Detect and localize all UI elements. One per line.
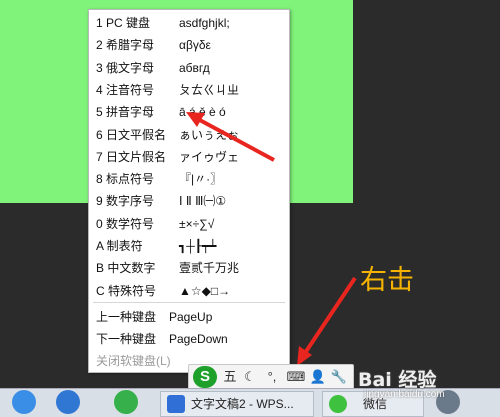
browser-icon[interactable] [12,390,36,414]
menu-item-shortcut: PageDown [169,332,228,346]
menu-item-keyboard-7[interactable]: 7 日文片假名 ァイゥヴェ [89,146,289,168]
menu-item-sample: asdfghjkl; [179,16,230,30]
menu-item-next-keyboard[interactable]: 下一种键盘 PageDown [89,328,289,350]
menu-item-keyboard-1[interactable]: 1 PC 键盘 asdfghjkl; [89,12,289,34]
menu-item-sample: αβγδε [179,38,211,53]
menu-item-sample: Ⅰ Ⅱ Ⅲ㈠① [179,194,227,209]
menu-item-shortcut: PageUp [169,310,213,324]
menu-item-label: 4 注音符号 [96,82,155,97]
menu-item-keyboard-11[interactable]: A 制表符 ┓┼┠┯┷ [89,235,289,257]
menu-item-keyboard-6[interactable]: 6 日文平假名 ぁいぅえぉ [89,124,289,146]
menu-item-label: 3 俄文字母 [96,60,155,75]
menu-item-keyboard-9[interactable]: 9 数字序号 Ⅰ Ⅱ Ⅲ㈠① [89,190,289,212]
taskbar-wps-window[interactable]: 文字文稿2 - WPS... [160,391,314,417]
menu-item-label: 7 日文片假名 [96,149,167,164]
wrench-icon[interactable]: 🔧 [329,367,349,387]
punctuation-icon[interactable]: °, [261,367,283,387]
menu-item-sample: 壹贰千万兆 [179,261,240,276]
menu-item-sample: абвгд [179,60,210,75]
annotation-text: 右击 [360,265,414,296]
menu-item-label: 0 数学符号 [96,216,155,231]
menu-item-keyboard-5[interactable]: 5 拼音字母 ā á ě è ó [89,101,289,123]
browser-green-icon[interactable] [114,390,138,414]
menu-item-sample: ±×÷∑√ [179,216,215,231]
menu-item-sample: ㄆㄊㄍㄐㄓ [179,82,240,97]
menu-item-keyboard-2[interactable]: 2 希腊字母 αβγδε [89,34,289,56]
menu-item-label: 8 标点符号 [96,172,155,187]
menu-item-label: A 制表符 [96,239,143,253]
moon-icon[interactable]: ☾ [241,367,259,387]
menu-item-keyboard-12[interactable]: B 中文数字 壹贰千万兆 [89,257,289,279]
menu-item-label: 6 日文平假名 [96,127,167,142]
menu-item-label: 1 PC 键盘 [96,16,151,30]
baidu-watermark: Bai 经验 jingyan.baidu.com [358,369,445,400]
ie-icon[interactable] [56,390,80,414]
sogou-logo-icon[interactable]: S [193,366,217,388]
arrow-line-lower [301,276,357,358]
menu-item-sample: ┓┼┠┯┷ [179,239,217,253]
desktop-background: 1 PC 键盘 asdfghjkl; 2 希腊字母 αβγδε 3 俄文字母 абвгд 4… [0,0,500,417]
menu-item-previous-keyboard[interactable]: 上一种键盘 PageUp [89,306,289,328]
menu-item-sample: ぁいぅえぉ [179,127,240,142]
menu-item-sample: ァイゥヴェ [179,149,240,164]
arrow-head-lower [297,346,312,366]
menu-item-keyboard-10[interactable]: 0 数学符号 ±×÷∑√ [89,213,289,235]
ime-status-bar: S 五 ☾ °, ⌨ 👤 🔧 [188,364,354,390]
menu-item-keyboard-8[interactable]: 8 标点符号 『|〃·〗 [89,168,289,190]
menu-separator [93,302,285,303]
menu-item-label: 上一种键盘 [96,310,157,324]
menu-item-keyboard-3[interactable]: 3 俄文字母 абвгд [89,57,289,79]
menu-item-label: 2 希腊字母 [96,38,155,53]
menu-item-keyboard-4[interactable]: 4 注音符号 ㄆㄊㄍㄐㄓ [89,79,289,101]
soft-keyboard-menu: 1 PC 键盘 asdfghjkl; 2 希腊字母 αβγδε 3 俄文字母 абвгд 4… [88,9,290,373]
menu-item-keyboard-13[interactable]: C 特殊符号 ▲☆◆□→ [89,280,289,302]
wechat-icon [329,395,347,413]
user-icon[interactable]: 👤 [309,367,327,387]
menu-item-sample: ā á ě è ó [179,105,226,120]
menu-item-sample: 『|〃·〗 [179,172,223,187]
menu-item-label: 下一种键盘 [96,332,157,346]
menu-item-label: 关闭软键盘(L) [96,354,171,368]
menu-item-sample: ▲☆◆□→ [179,283,231,298]
menu-item-label: 5 拼音字母 [96,105,155,120]
soft-keyboard-icon[interactable]: ⌨ [285,367,307,387]
menu-item-label: 9 数字序号 [96,194,155,209]
menu-item-label: C 特殊符号 [96,283,157,298]
wps-icon [167,395,185,413]
input-mode-button[interactable]: 五 [221,367,239,387]
menu-item-label: B 中文数字 [96,261,156,276]
